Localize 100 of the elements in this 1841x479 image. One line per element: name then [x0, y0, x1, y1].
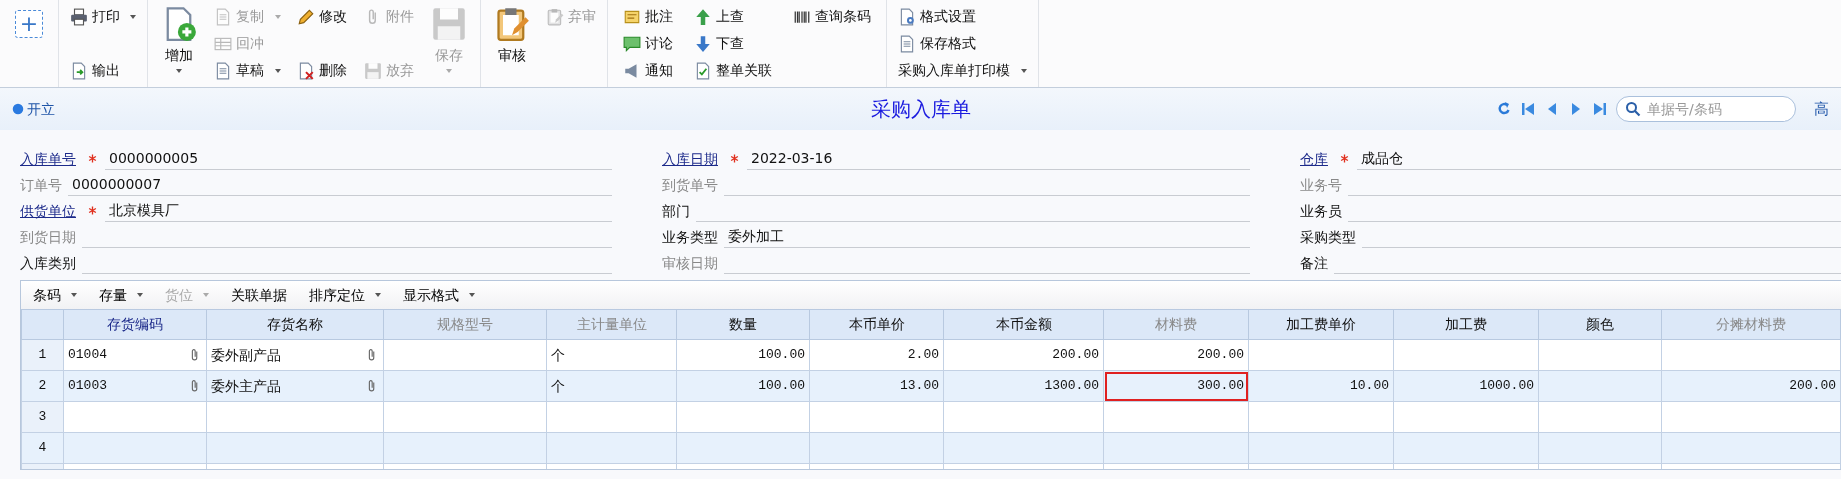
table-cell[interactable]: [383, 432, 547, 464]
table-cell[interactable]: 01004: [63, 339, 207, 371]
table-cell[interactable]: 01003: [63, 370, 207, 402]
table-cell[interactable]: [809, 432, 944, 464]
input-field[interactable]: 0000000005: [105, 148, 612, 170]
toolbar-button[interactable]: 格式设置: [895, 4, 1030, 29]
toolbar-button[interactable]: 显示格式: [403, 284, 475, 306]
input-field[interactable]: 2022-03-16: [747, 148, 1250, 170]
toolbar-button[interactable]: 修改: [294, 4, 351, 29]
table-cell[interactable]: [1661, 432, 1841, 464]
table-cell[interactable]: 300.00: [1103, 370, 1249, 402]
table-cell[interactable]: [1538, 339, 1662, 371]
toolbar-button[interactable]: 查询条码: [790, 4, 875, 29]
table-cell[interactable]: [383, 339, 547, 371]
toolbar-button[interactable]: 打印: [66, 4, 140, 29]
search-field[interactable]: 单据号/条码: [1616, 96, 1796, 122]
toolbar-button[interactable]: 批注: [619, 4, 676, 29]
table-cell[interactable]: [943, 401, 1104, 433]
table-cell[interactable]: [1538, 401, 1662, 433]
toolbar-button[interactable]: 采购入库单打印模: [895, 58, 1030, 83]
input-field[interactable]: 0000000007: [68, 174, 612, 196]
toolbar-button[interactable]: 输出: [66, 58, 140, 83]
table-cell[interactable]: [1661, 401, 1841, 433]
table-cell[interactable]: 个: [546, 339, 677, 371]
toolbar-button[interactable]: 审核: [489, 4, 534, 68]
table-cell[interactable]: 2.00: [809, 339, 944, 371]
field-label[interactable]: 入库单号: [20, 149, 76, 170]
toolbar-button[interactable]: 讨论: [619, 31, 676, 56]
table-cell[interactable]: 1000.00: [1393, 370, 1539, 402]
toolbar-button[interactable]: 上查: [691, 4, 775, 29]
table-cell[interactable]: [676, 432, 810, 464]
table-cell[interactable]: 委外主产品: [206, 370, 384, 402]
table-cell[interactable]: [63, 401, 207, 433]
table-cell[interactable]: 200.00: [1103, 339, 1249, 371]
column-header[interactable]: 存货名称: [206, 309, 384, 340]
table-cell[interactable]: [546, 401, 677, 433]
nav-button[interactable]: [1520, 101, 1536, 117]
table-cell[interactable]: [809, 401, 944, 433]
table-cell[interactable]: [1103, 432, 1249, 464]
toolbar-button[interactable]: 保存格式: [895, 31, 1030, 56]
table-cell[interactable]: [1393, 432, 1539, 464]
field-label[interactable]: 入库日期: [662, 149, 718, 170]
toolbar-button[interactable]: 删除: [294, 58, 351, 83]
table-cell[interactable]: [206, 401, 384, 433]
table-cell[interactable]: [943, 432, 1104, 464]
advanced-link[interactable]: 高: [1814, 97, 1829, 121]
table-cell[interactable]: [1393, 401, 1539, 433]
add-button[interactable]: +: [15, 10, 43, 38]
nav-button[interactable]: [1496, 101, 1512, 117]
nav-button[interactable]: [1592, 101, 1608, 117]
field-label: 订单号: [20, 176, 62, 195]
column-header[interactable]: 本币单价: [809, 309, 944, 340]
caret-icon: [203, 293, 209, 297]
toolbar-button[interactable]: 通知: [619, 58, 676, 83]
table-cell[interactable]: [1393, 339, 1539, 371]
table-cell[interactable]: [546, 432, 677, 464]
table-cell[interactable]: [676, 401, 810, 433]
table-cell[interactable]: 10.00: [1248, 370, 1394, 402]
toolbar-button[interactable]: 排序定位: [309, 284, 381, 306]
toolbar-button[interactable]: 条码: [33, 284, 77, 306]
table-cell[interactable]: 13.00: [809, 370, 944, 402]
field-label[interactable]: 供货单位: [20, 201, 76, 222]
table-cell[interactable]: [1103, 401, 1249, 433]
field-label: 业务员: [1300, 202, 1342, 221]
table-cell[interactable]: 100.00: [676, 339, 810, 371]
column-header[interactable]: 加工费单价: [1248, 309, 1394, 340]
toolbar-button[interactable]: 下查: [691, 31, 775, 56]
column-header[interactable]: 加工费: [1393, 309, 1539, 340]
table-cell[interactable]: 200.00: [943, 339, 1104, 371]
table-cell[interactable]: [1248, 339, 1394, 371]
toolbar-button[interactable]: 存量: [99, 284, 143, 306]
table-cell[interactable]: [1248, 432, 1394, 464]
column-header[interactable]: 本币金额: [943, 309, 1104, 340]
table-cell[interactable]: [63, 432, 207, 464]
table-cell[interactable]: 100.00: [676, 370, 810, 402]
column-header[interactable]: 颜色: [1538, 309, 1662, 340]
table-cell[interactable]: 个: [546, 370, 677, 402]
table-cell[interactable]: [1538, 432, 1662, 464]
table-cell[interactable]: 200.00: [1661, 370, 1841, 402]
table-cell[interactable]: [206, 432, 384, 464]
clipboard-icon: [545, 7, 564, 26]
toolbar-button[interactable]: 增加: [157, 4, 202, 75]
delete-document-icon: [297, 61, 316, 80]
column-header[interactable]: 数量: [676, 309, 810, 340]
table-cell[interactable]: [1661, 339, 1841, 371]
toolbar-button[interactable]: 草稿: [211, 58, 284, 83]
table-cell[interactable]: [1248, 401, 1394, 433]
table-cell[interactable]: 委外副产品: [206, 339, 384, 371]
table-cell[interactable]: [1538, 370, 1662, 402]
input-field[interactable]: 成品仓: [1357, 148, 1841, 170]
input-field[interactable]: 委外加工: [724, 226, 1250, 248]
table-cell[interactable]: [383, 370, 547, 402]
toolbar-button[interactable]: 整单关联: [691, 58, 775, 83]
toolbar-button[interactable]: 关联单据: [231, 284, 287, 306]
table-cell[interactable]: 1300.00: [943, 370, 1104, 402]
input-field[interactable]: 北京模具厂: [105, 200, 612, 222]
field-label: 备注: [1300, 254, 1328, 273]
field-label[interactable]: 仓库: [1300, 149, 1328, 170]
column-header[interactable]: 存货编码: [63, 309, 207, 340]
table-cell[interactable]: [383, 401, 547, 433]
